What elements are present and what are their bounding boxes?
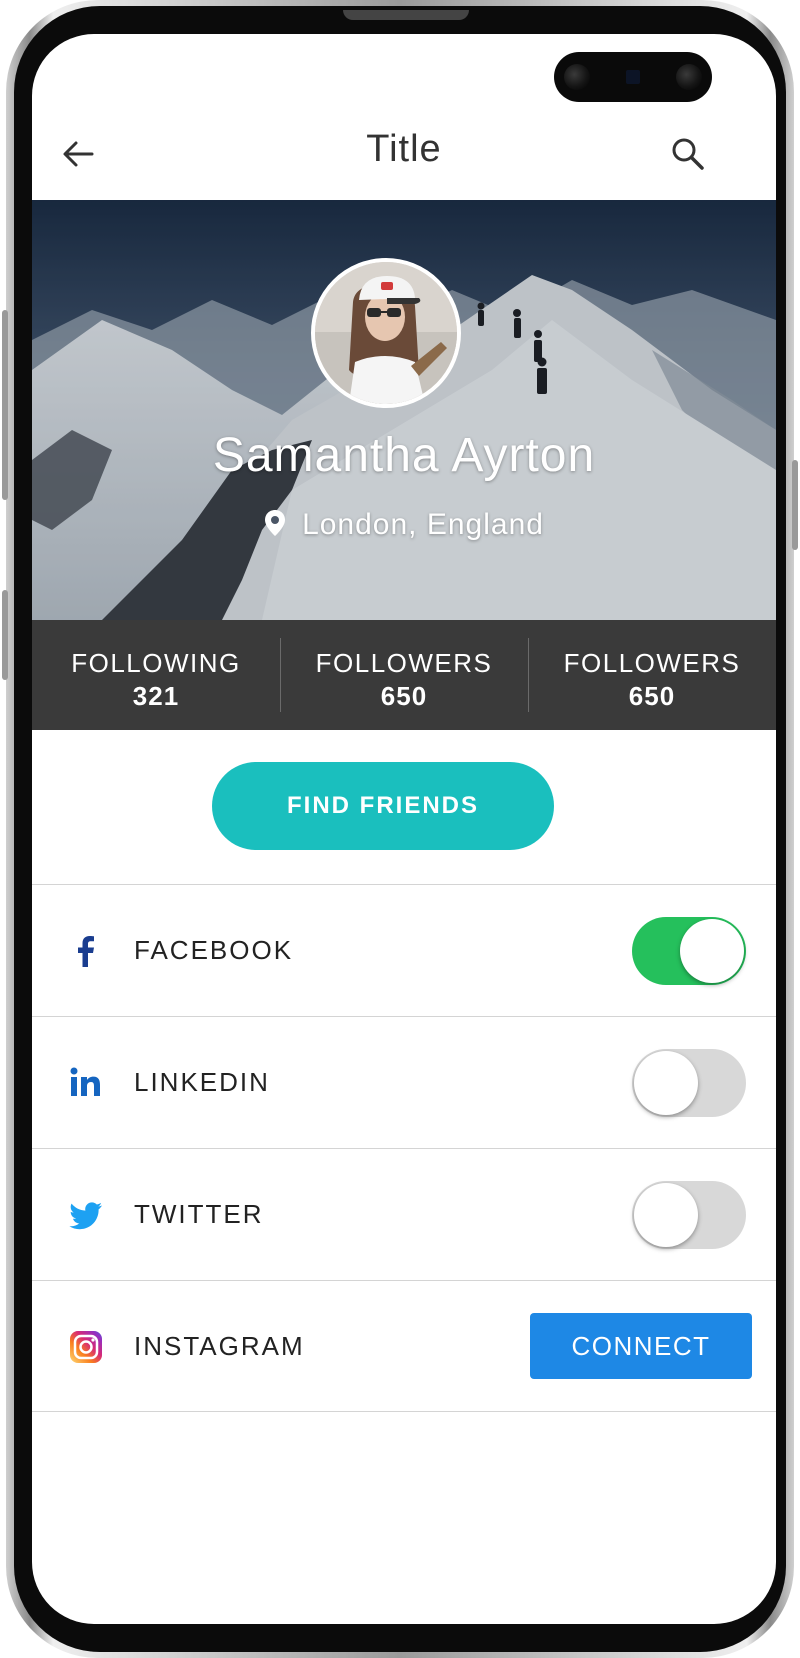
social-label: TWITTER (134, 1199, 264, 1229)
front-camera (554, 52, 712, 102)
stat-value: 650 (628, 681, 676, 711)
stat-value: 650 (380, 681, 428, 711)
facebook-icon (78, 936, 94, 967)
camera-lens-icon (564, 64, 590, 90)
camera-sensor-icon (626, 70, 640, 84)
instagram-icon (70, 1331, 102, 1363)
social-label: LINKEDIN (134, 1067, 270, 1097)
list-item-twitter: TWITTER (32, 1148, 776, 1280)
profile-location: London, England (32, 508, 776, 542)
linkedin-toggle[interactable] (632, 1049, 746, 1117)
side-button-left-lower (2, 590, 8, 680)
twitter-toggle[interactable] (632, 1181, 746, 1249)
stat-following[interactable]: FOLLOWING 321 (32, 620, 280, 730)
camera-lens-icon (676, 64, 702, 90)
app-bar: Title (32, 106, 776, 206)
toggle-knob (634, 1051, 698, 1115)
stat-label: FOLLOWERS (563, 648, 741, 678)
stat-followers-2[interactable]: FOLLOWERS 650 (528, 620, 776, 730)
list-item-instagram: INSTAGRAM CONNECT (32, 1280, 776, 1412)
connect-button[interactable]: CONNECT (530, 1313, 752, 1379)
find-friends-button[interactable]: FIND FRIENDS (212, 762, 554, 850)
stats-bar: FOLLOWING 321 FOLLOWERS 650 FOLLOWERS 65… (32, 620, 776, 730)
avatar[interactable] (311, 258, 461, 408)
location-pin-icon (265, 510, 286, 536)
toggle-knob (634, 1183, 698, 1247)
list-item-facebook: FACEBOOK (32, 884, 776, 1016)
screen: Title Samantha Ayrton London, England FO… (32, 34, 776, 1624)
profile-name: Samantha Ayrton (212, 429, 596, 482)
toggle-knob (680, 919, 744, 983)
stat-label: FOLLOWING (71, 648, 241, 678)
social-label: INSTAGRAM (134, 1331, 305, 1361)
profile-header: Samantha Ayrton London, England (32, 200, 776, 620)
stat-label: FOLLOWERS (315, 648, 493, 678)
side-button-left (2, 310, 8, 500)
earpiece (343, 10, 469, 20)
avatar-photo (315, 262, 457, 404)
twitter-icon (69, 1202, 102, 1230)
facebook-toggle[interactable] (632, 917, 746, 985)
linkedin-icon (70, 1067, 100, 1096)
search-icon[interactable] (668, 134, 708, 174)
stat-value: 321 (132, 681, 180, 711)
page-title: Title (366, 128, 442, 170)
stat-followers[interactable]: FOLLOWERS 650 (280, 620, 528, 730)
list-item-linkedin: LINKEDIN (32, 1016, 776, 1148)
social-label: FACEBOOK (134, 935, 294, 965)
location-text: London, England (302, 508, 544, 541)
social-connections-list: FACEBOOK LINKEDIN TWITTER INSTAGRAM CONN… (32, 884, 776, 1412)
side-button-right (792, 460, 798, 550)
